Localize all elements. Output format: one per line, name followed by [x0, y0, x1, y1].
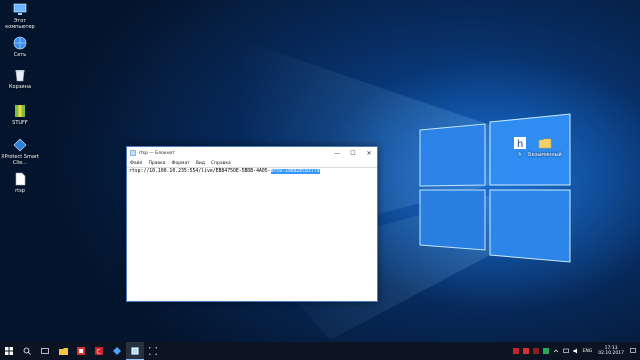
taskbar: C ENG 17:13 02.10.2017	[0, 342, 640, 360]
search-icon	[23, 347, 31, 355]
menu-bar: Файл Правка Формат Вид Справка	[127, 159, 377, 167]
desktop-icon-label: Сеть	[13, 52, 27, 58]
desktop-icon-network[interactable]: Сеть	[0, 36, 40, 58]
window-title: rtsp — Блокнот	[139, 150, 175, 156]
notepad-icon	[131, 346, 139, 355]
minimize-button[interactable]: —	[329, 147, 345, 159]
menu-edit[interactable]: Правка	[148, 161, 165, 166]
app-red-icon	[77, 347, 85, 355]
taskbar-screen[interactable]	[144, 342, 162, 360]
taskbar-xprotect[interactable]	[108, 342, 126, 360]
minimize-icon: —	[334, 149, 340, 157]
desktop-icon-label: rtsp	[15, 188, 25, 194]
clock-date: 02.10.2017	[598, 351, 624, 356]
desktop-icon-label: XProtect Smart Clie...	[1, 154, 39, 166]
tray-app3-icon[interactable]	[532, 348, 539, 354]
desktop-icon-label: Этот компьютер	[5, 18, 35, 30]
desktop-icon-label: Безымянный	[528, 152, 562, 158]
tray-shield-icon[interactable]	[542, 348, 549, 354]
task-view-button[interactable]	[36, 342, 54, 360]
recycle-bin-icon	[13, 68, 27, 82]
screen-icon	[149, 347, 157, 355]
desktop-icon-stuff[interactable]: STUFF	[0, 104, 40, 126]
computer-icon	[13, 2, 27, 16]
notepad-titlebar[interactable]: rtsp — Блокнот — ☐ ✕	[127, 147, 377, 159]
desktop-icon-rtsp[interactable]: rtsp	[0, 172, 40, 194]
xprotect-icon	[113, 347, 121, 355]
language-indicator[interactable]: ENG	[583, 349, 593, 354]
notepad-window[interactable]: rtsp — Блокнот — ☐ ✕ Файл Правка Формат …	[126, 146, 378, 302]
editor-text: rtsp://10.100.10.235:554/live/EB8475OE-5…	[129, 169, 271, 174]
menu-view[interactable]: Вид	[196, 161, 205, 166]
text-editor[interactable]: rtsp://10.100.10.235:554/live/EB8475OE-5…	[127, 167, 377, 301]
text-file-icon	[13, 172, 27, 186]
close-icon: ✕	[366, 149, 372, 157]
app-red2-icon: C	[95, 347, 103, 355]
search-button[interactable]	[18, 342, 36, 360]
desktop-icon-xprotect[interactable]: XProtect Smart Clie...	[0, 138, 40, 166]
chevron-up-icon[interactable]	[553, 348, 559, 354]
clock[interactable]: 17:13 02.10.2017	[598, 346, 624, 356]
desktop-icon-recycle-bin[interactable]: Корзина	[0, 68, 40, 90]
notifications-icon[interactable]	[630, 348, 636, 354]
desktop-icon-folder[interactable]: Безымянный	[525, 136, 565, 158]
maximize-icon: ☐	[350, 149, 356, 157]
network-icon	[13, 36, 27, 50]
notepad-app-icon	[130, 150, 136, 156]
taskbar-app-red[interactable]	[72, 342, 90, 360]
menu-help[interactable]: Справка	[211, 161, 231, 166]
desktop-icon-label: Корзина	[8, 84, 32, 90]
tray-app2-icon[interactable]	[522, 348, 529, 354]
close-button[interactable]: ✕	[361, 147, 377, 159]
menu-file[interactable]: Файл	[130, 161, 142, 166]
taskbar-app-red2[interactable]: C	[90, 342, 108, 360]
taskbar-explorer[interactable]	[54, 342, 72, 360]
start-icon	[5, 347, 13, 355]
start-button[interactable]	[0, 342, 18, 360]
menu-format[interactable]: Формат	[172, 161, 190, 166]
xprotect-icon	[13, 138, 27, 152]
volume-icon[interactable]	[573, 348, 579, 354]
network-icon[interactable]	[562, 348, 569, 354]
desktop-icon-computer[interactable]: Этот компьютер	[0, 2, 40, 30]
svg-text:h: h	[517, 139, 523, 150]
explorer-icon	[58, 348, 68, 355]
folder-icon	[538, 136, 552, 150]
taskbar-notepad[interactable]	[126, 342, 144, 360]
archive-icon	[13, 104, 27, 118]
task-view-icon	[41, 348, 49, 354]
system-tray: ENG 17:13 02.10.2017	[512, 342, 640, 360]
editor-selected-text: 8F59-19682ECB3779	[270, 169, 320, 174]
tray-app-icon[interactable]	[512, 348, 519, 354]
svg-text:C: C	[97, 349, 101, 356]
maximize-button[interactable]: ☐	[345, 147, 361, 159]
desktop-icon-label: STUFF	[12, 120, 28, 126]
